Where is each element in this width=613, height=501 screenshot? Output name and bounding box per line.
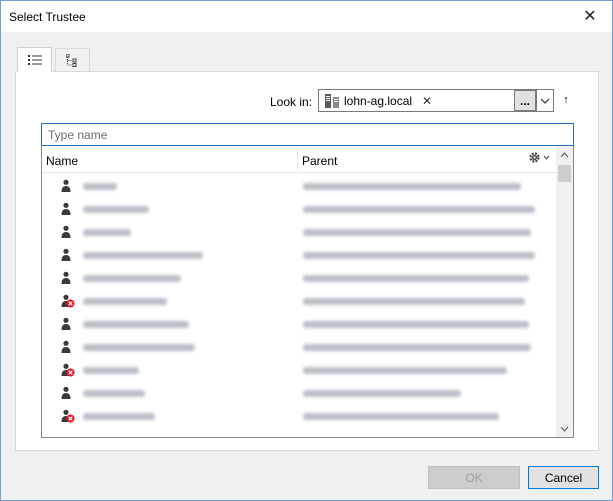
tab-list-view[interactable] [17,47,52,72]
trustee-name [83,344,195,351]
domain-name: lohn-ag.local [344,93,413,108]
column-options-button[interactable] [528,151,550,164]
list-item[interactable] [42,312,557,335]
list-item[interactable] [42,381,557,404]
scroll-down-button[interactable] [556,420,573,437]
list-item[interactable] [42,220,557,243]
trustee-parent [303,206,535,213]
list-item[interactable] [42,266,557,289]
list-rows [42,174,557,427]
search-box[interactable] [41,123,574,146]
look-in-dropdown-button[interactable] [536,89,554,112]
trustee-name [83,390,145,397]
list-item[interactable] [42,335,557,358]
scrollbar-thumb[interactable] [558,165,571,182]
trustee-parent [303,229,531,236]
select-trustee-dialog: Select Trustee ✕ Look in: lohn-ag.local … [0,0,613,501]
trustee-parent [303,183,521,190]
trustee-name [83,298,167,305]
cancel-button[interactable]: Cancel [528,466,599,489]
title-bar: Select Trustee ✕ [1,1,612,32]
chevron-down-icon [540,98,550,104]
close-icon: ✕ [583,8,597,25]
look-in-field[interactable]: lohn-ag.local ✕ [318,89,536,112]
user-icon [61,202,75,219]
up-level-button[interactable]: ↑ [561,93,571,107]
trustee-parent [303,367,507,374]
user-icon [61,317,75,334]
trustee-name [83,206,149,213]
trustee-parent [303,298,525,305]
column-header-name[interactable]: Name [46,154,78,168]
gear-icon [529,152,540,163]
user-disabled-icon [61,363,75,380]
tree-view-icon [65,54,76,67]
list-header: Name Parent [42,146,557,173]
trustee-list[interactable]: Name Parent [41,146,574,438]
trustee-parent [303,344,531,351]
list-item[interactable] [42,358,557,381]
chevron-up-icon [560,151,569,157]
column-header-parent[interactable]: Parent [302,154,337,168]
user-icon [61,225,75,242]
trustee-name [83,275,181,282]
list-item[interactable] [42,174,557,197]
trustee-parent [303,275,529,282]
browse-button[interactable]: ... [514,90,536,111]
list-item[interactable] [42,243,557,266]
trustee-name [83,367,139,374]
dialog-title: Select Trustee [9,10,86,24]
list-item[interactable] [42,197,557,220]
domain-chip: lohn-ag.local ✕ [322,92,436,109]
chevron-down-icon [543,155,550,160]
vertical-scrollbar[interactable] [556,146,573,437]
ok-button[interactable]: OK [428,466,520,489]
chevron-down-icon [560,426,569,432]
user-disabled-icon [61,294,75,311]
tab-tree-view[interactable] [55,48,90,72]
list-item[interactable] [42,404,557,427]
trustee-parent [303,321,529,328]
user-icon [61,271,75,288]
user-icon [61,340,75,357]
trustee-parent [303,413,499,420]
trustee-name [83,252,203,259]
remove-domain-icon[interactable]: ✕ [422,94,432,108]
scroll-up-button[interactable] [556,146,573,163]
trustee-name [83,183,117,190]
list-view-icon [27,55,42,65]
user-icon [61,386,75,403]
list-item[interactable] [42,289,557,312]
trustee-name [83,413,155,420]
user-disabled-icon [61,409,75,426]
type-name-input[interactable] [42,124,573,145]
user-icon [61,179,75,196]
trustee-name [83,229,131,236]
trustee-name [83,321,189,328]
trustee-parent [303,390,461,397]
domain-icon [325,93,339,108]
column-separator[interactable] [297,148,298,170]
user-icon [61,248,75,265]
close-button[interactable]: ✕ [568,1,612,31]
look-in-label: Look in: [270,95,313,109]
arrow-up-icon: ↑ [563,94,569,106]
trustee-parent [303,252,535,259]
